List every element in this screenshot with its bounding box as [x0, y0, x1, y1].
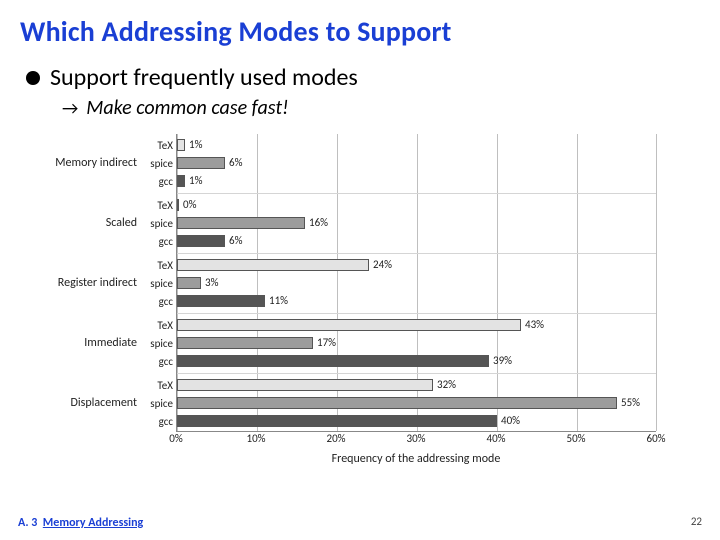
- chart-row-label: spice: [139, 217, 173, 230]
- chart-category-label: Displacement: [37, 396, 137, 410]
- arrow-right-icon: →: [62, 99, 78, 117]
- chart-row-label: gcc: [139, 355, 173, 368]
- chart-bar: [177, 295, 265, 307]
- chart-value-label: 1%: [189, 138, 202, 151]
- page-number: 22: [691, 515, 702, 528]
- chart-xtick: 50%: [566, 432, 585, 445]
- footer-topic: Memory Addressing: [43, 516, 143, 530]
- chart-row-label: spice: [139, 157, 173, 170]
- bullet-level2: → Make common case fast!: [62, 96, 700, 120]
- chart-group-displacement: Displacement TeX spice gcc 32% 55% 40%: [177, 374, 656, 432]
- chart-value-label: 39%: [493, 354, 512, 367]
- chart-bar: [177, 199, 179, 211]
- chart: Memory indirect TeX spice gcc 1% 6% 1% S…: [36, 128, 676, 478]
- chart-value-label: 40%: [501, 414, 520, 427]
- bullet-level1: Support frequently used modes: [26, 63, 700, 92]
- chart-xtick: 60%: [646, 432, 665, 445]
- chart-row-label: TeX: [139, 139, 173, 152]
- chart-bar: [177, 157, 225, 169]
- subbullet-make: Make: [86, 96, 131, 120]
- chart-xtick: 20%: [326, 432, 345, 445]
- chart-group-scaled: Scaled TeX spice gcc 0% 16% 6%: [177, 194, 656, 254]
- footer-section-number: A. 3: [18, 516, 37, 530]
- chart-value-label: 43%: [525, 318, 544, 331]
- chart-value-label: 32%: [437, 378, 456, 391]
- slide: Which Addressing Modes to Support Suppor…: [0, 0, 720, 540]
- chart-row-label: spice: [139, 277, 173, 290]
- chart-row-label: gcc: [139, 235, 173, 248]
- footer-section: A. 3 Memory Addressing: [18, 516, 143, 530]
- chart-bar: [177, 217, 305, 229]
- chart-value-label: 6%: [229, 156, 242, 169]
- chart-row-label: gcc: [139, 295, 173, 308]
- chart-bar: [177, 259, 369, 271]
- chart-row-label: spice: [139, 397, 173, 410]
- chart-value-label: 16%: [309, 216, 328, 229]
- chart-row-label: TeX: [139, 259, 173, 272]
- chart-group-immediate: Immediate TeX spice gcc 43% 17% 39%: [177, 314, 656, 374]
- bullet-dot-icon: [26, 71, 40, 85]
- subbullet-text: Make common case fast!: [86, 96, 288, 120]
- chart-bar: [177, 337, 313, 349]
- chart-bar: [177, 319, 521, 331]
- chart-group-register-indirect: Register indirect TeX spice gcc 24% 3% 1…: [177, 254, 656, 314]
- chart-row-label: gcc: [139, 415, 173, 428]
- chart-value-label: 0%: [183, 198, 196, 211]
- chart-row-label: TeX: [139, 319, 173, 332]
- chart-category-label: Register indirect: [37, 276, 137, 290]
- chart-xtick: 10%: [246, 432, 265, 445]
- chart-value-label: 6%: [229, 234, 242, 247]
- chart-bar: [177, 397, 617, 409]
- chart-value-label: 55%: [621, 396, 640, 409]
- chart-value-label: 1%: [189, 174, 202, 187]
- chart-value-label: 24%: [373, 258, 392, 271]
- chart-bar: [177, 415, 497, 427]
- chart-row-label: gcc: [139, 175, 173, 188]
- chart-bar: [177, 277, 201, 289]
- chart-value-label: 17%: [317, 336, 336, 349]
- chart-value-label: 3%: [205, 276, 218, 289]
- chart-bar: [177, 139, 185, 151]
- bullet-text: Support frequently used modes: [50, 63, 358, 92]
- chart-bar: [177, 355, 489, 367]
- chart-xlabel: Frequency of the addressing mode: [176, 452, 656, 466]
- chart-gridline: [656, 134, 657, 431]
- chart-value-label: 11%: [269, 294, 288, 307]
- chart-row-label: spice: [139, 337, 173, 350]
- chart-bar: [177, 175, 185, 187]
- subbullet-rest: common case fast!: [132, 96, 289, 120]
- chart-row-label: TeX: [139, 199, 173, 212]
- chart-category-label: Scaled: [37, 216, 137, 230]
- chart-category-label: Memory indirect: [37, 156, 137, 170]
- chart-xtick: 0%: [169, 432, 182, 445]
- page-title: Which Addressing Modes to Support: [20, 14, 700, 49]
- chart-bar: [177, 379, 433, 391]
- chart-xtick: 30%: [406, 432, 425, 445]
- chart-category-label: Immediate: [37, 336, 137, 350]
- chart-group-memory-indirect: Memory indirect TeX spice gcc 1% 6% 1%: [177, 134, 656, 194]
- chart-plot-area: Memory indirect TeX spice gcc 1% 6% 1% S…: [176, 134, 656, 432]
- chart-xtick: 40%: [486, 432, 505, 445]
- chart-bar: [177, 235, 225, 247]
- chart-row-label: TeX: [139, 379, 173, 392]
